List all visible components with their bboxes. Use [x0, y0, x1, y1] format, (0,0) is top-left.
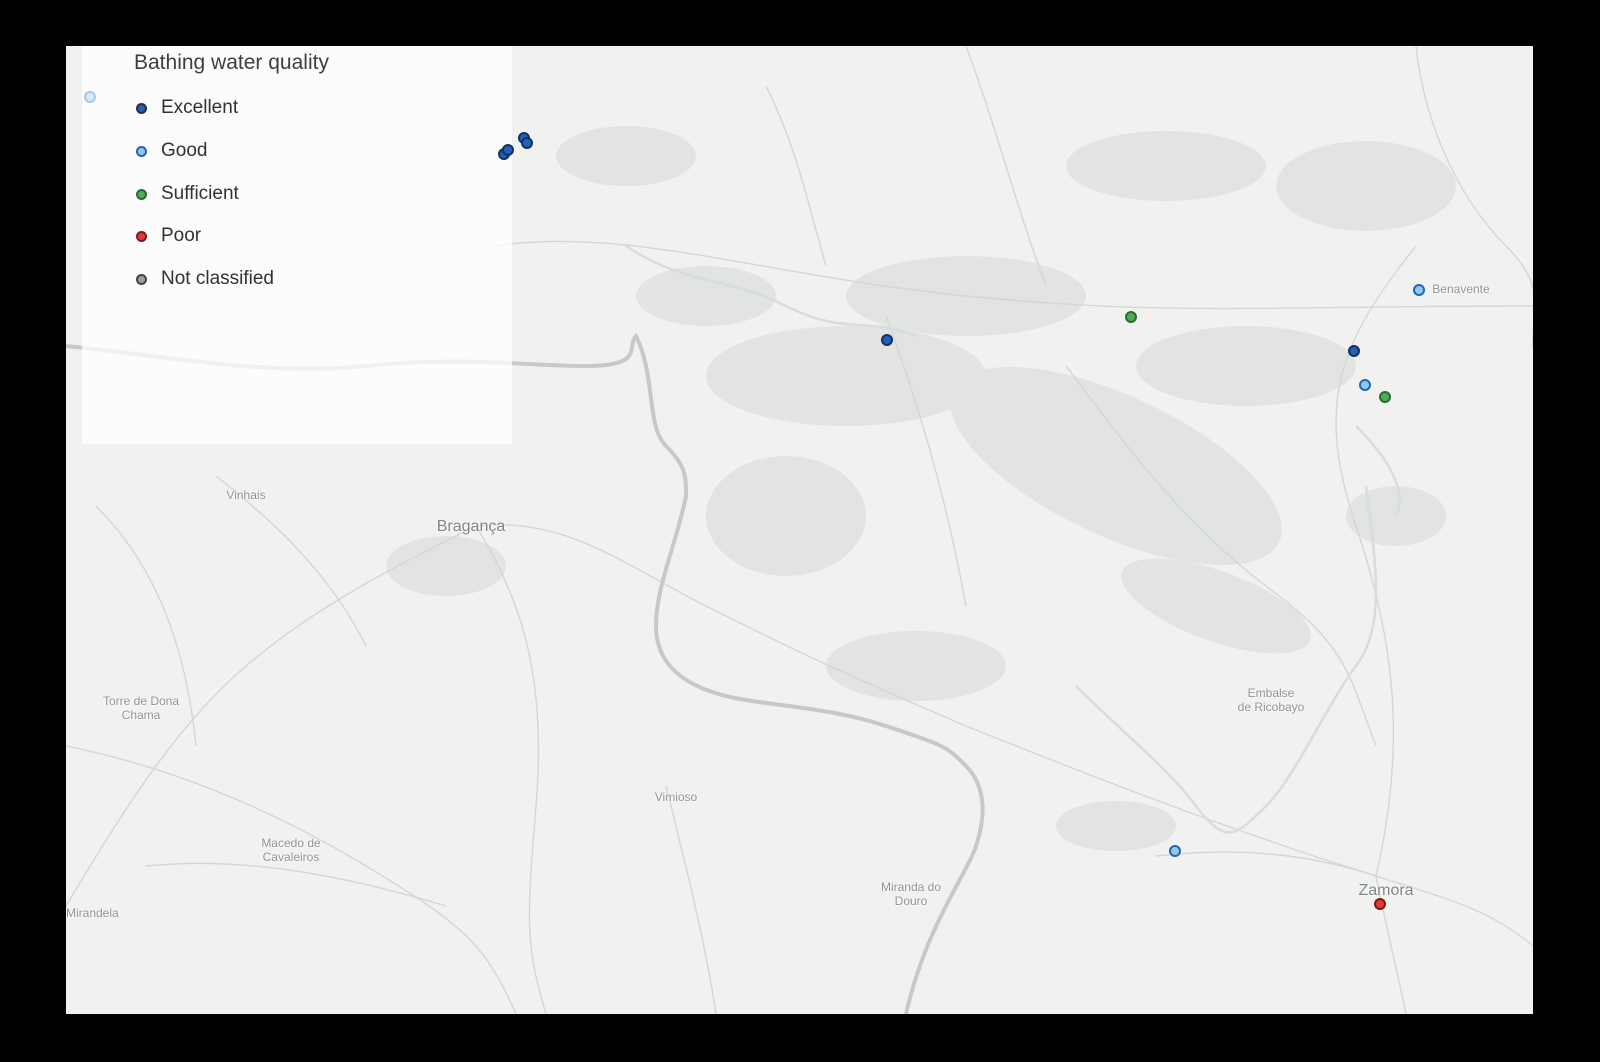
bathing-site-marker[interactable] [881, 334, 893, 346]
place-label-vimioso: Vimioso [654, 790, 698, 804]
legend-swatch-not-classified [136, 273, 147, 285]
legend-label: Poor [161, 225, 202, 246]
legend-swatch-poor [136, 230, 147, 242]
legend-panel: Bathing water quality Excellent Good Suf… [82, 46, 512, 444]
place-label-torre-de-dona-chama: Torre de Dona Chama [102, 694, 180, 722]
terrain-patches [386, 126, 1456, 851]
place-label-vinhais: Vinhais [226, 488, 266, 502]
bathing-site-marker[interactable] [1359, 379, 1371, 391]
bathing-site-marker[interactable] [1169, 845, 1181, 857]
bathing-site-marker[interactable] [1413, 284, 1425, 296]
bathing-site-marker[interactable] [521, 137, 533, 149]
legend-label: Sufficient [161, 183, 239, 204]
legend-item-excellent: Excellent [130, 94, 238, 122]
legend-item-sufficient: Sufficient [130, 180, 239, 208]
bathing-site-marker[interactable] [502, 144, 514, 156]
bathing-site-marker[interactable] [1348, 345, 1360, 357]
legend-swatch-good [136, 145, 147, 157]
legend-item-good: Good [130, 137, 207, 165]
place-label-embalse-ricobayo: Embalse de Ricobayo [1237, 686, 1305, 714]
legend-item-poor: Poor [130, 222, 201, 250]
bathing-site-marker[interactable] [1374, 898, 1386, 910]
bathing-site-marker[interactable] [84, 91, 96, 103]
legend-label: Excellent [161, 97, 239, 118]
map-canvas[interactable]: Bragança Vinhais Torre de Dona Chama Mac… [66, 46, 1533, 1014]
legend-swatch-excellent [136, 102, 147, 114]
legend-label: Not classified [161, 268, 274, 289]
place-label-braganca: Bragança [436, 518, 506, 535]
legend-item-not-classified: Not classified [130, 265, 274, 293]
legend-title: Bathing water quality [134, 51, 329, 74]
place-label-zamora: Zamora [1358, 882, 1414, 899]
place-label-benavente: Benavente [1432, 282, 1490, 296]
legend-label: Good [161, 140, 208, 161]
bathing-site-marker[interactable] [1379, 391, 1391, 403]
legend-swatch-sufficient [136, 188, 147, 200]
place-label-miranda-do-douro: Miranda do Douro [880, 880, 942, 908]
bathing-site-marker[interactable] [1125, 311, 1137, 323]
place-label-macedo-de-cavaleiros: Macedo de Cavaleiros [261, 836, 321, 864]
place-label-mirandela: Mirandela [66, 906, 119, 920]
